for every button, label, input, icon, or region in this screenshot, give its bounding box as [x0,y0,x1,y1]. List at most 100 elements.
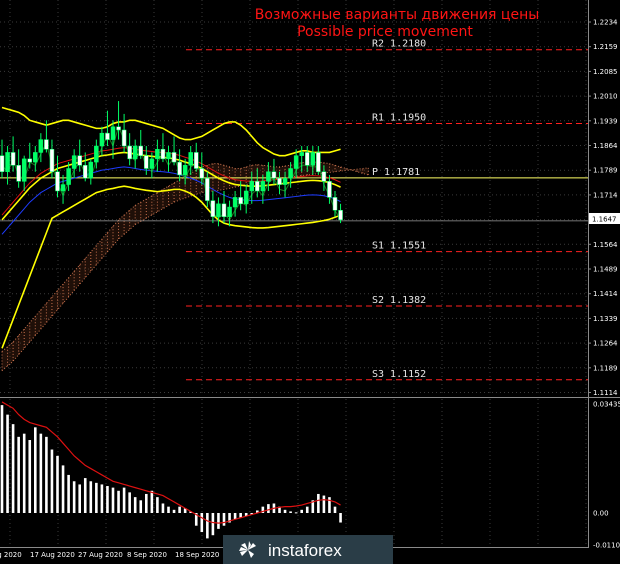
histogram-bar [139,500,143,513]
candle-body [99,132,105,147]
candle-body [266,171,271,182]
price-tick-label: 1.1789 [593,167,618,175]
indicator-tick-label: 0.00 [593,510,609,518]
price-tick-label: 1.1414 [593,290,618,298]
histogram-bar [167,506,170,513]
histogram-bar [11,424,15,513]
candle-body [299,152,304,156]
candle-body [127,145,132,160]
candle-body [77,155,82,166]
candle-body [288,168,293,179]
price-tick-label: 1.1564 [593,241,618,249]
candle-body [149,158,155,169]
candle-body [199,168,205,179]
candle-body [66,168,71,185]
histogram-bar [17,436,20,513]
histogram-bar [300,509,303,513]
candle-body [94,145,99,163]
candle-body [21,158,27,182]
histogram-bar [217,513,220,529]
histogram-bar [161,503,165,513]
histogram-bar [50,449,54,513]
candle-body [232,197,238,208]
logo-text: instaforex [268,541,342,560]
histogram-bar [122,487,126,513]
candle-body [305,152,310,166]
histogram-bar [72,481,76,513]
histogram-bar [317,493,320,513]
histogram-bar [111,487,115,513]
histogram-bar [206,513,209,539]
histogram-bar [100,484,104,513]
candle-body [132,145,138,160]
candle-body [255,181,260,192]
price-tick-label: 1.1264 [593,340,618,348]
candle-body [49,148,55,172]
candle-body [316,152,321,172]
candle-body [227,206,232,217]
price-tick-label: 1.2010 [593,93,618,101]
histogram-bar [45,436,48,513]
histogram-bar [67,474,70,513]
level-label-s3: S3 1.1152 [372,369,426,380]
candle-body [332,197,338,211]
candle-body [121,129,127,147]
candle-body [116,126,121,131]
candle-body [277,177,282,185]
candle-body [155,148,160,160]
candle-body [160,148,166,160]
price-tick-label: 1.1939 [593,117,618,125]
time-label: Aug 2020 [0,551,22,559]
candle-body [238,197,243,205]
histogram-bar [339,513,342,523]
level-label-r2: R2 1.2180 [372,39,426,50]
candle-body [71,155,77,169]
histogram-bar [150,490,154,513]
candle-body [144,155,149,169]
candle-body [321,171,327,182]
candle-body [188,152,193,166]
histogram-bar [322,495,326,513]
indicator-axis-ticks: 0.03435 0.00 -0.01105 [593,401,620,550]
level-label-p: P 1.1781 [372,167,420,178]
candle-body [110,126,116,140]
price-tick-label: 1.1339 [593,315,618,323]
candle-body [282,177,288,185]
indicator-tick-label: -0.01105 [593,542,620,550]
candle-body [166,152,171,160]
histogram-bar [145,493,148,513]
candle-body [194,152,199,169]
candle-body [249,181,254,192]
indicator-tick-label: 0.03435 [593,401,620,409]
histogram-bar [0,405,4,513]
candle-body [5,152,10,172]
candle-body [44,139,49,150]
histogram-bar [106,486,109,513]
histogram-bar [128,492,131,513]
candle-body [105,132,110,140]
price-tick-label: 1.1864 [593,142,618,150]
price-tick-label: 1.2085 [593,68,618,76]
candle-body [271,171,277,179]
candle-body [0,155,5,172]
candle-body [310,152,316,166]
histogram-bar [78,484,81,513]
chart-title-en: Possible price movement [297,24,473,40]
histogram-bar [172,509,176,513]
histogram-bar [61,465,65,513]
candle-body [88,161,94,179]
current-price-label: 1.1647 [592,216,617,224]
histogram-bar [305,506,309,513]
candle-body [260,181,266,192]
price-chart: R2 1.2180 R1 1.1950 P 1.1781 S1 1.1551 S2 1.… [0,0,620,564]
candle-body [338,209,343,221]
candle-body [60,184,66,192]
histogram-bar [211,513,215,536]
candle-body [33,152,38,163]
time-label: 27 Aug 2020 [78,551,123,559]
chart-title-ru: Возможные варианты движения цены [255,7,540,23]
histogram-bar [178,506,181,513]
histogram-bar [294,512,298,514]
histogram-bar [56,455,59,513]
price-tick-label: 1.1114 [593,389,618,397]
